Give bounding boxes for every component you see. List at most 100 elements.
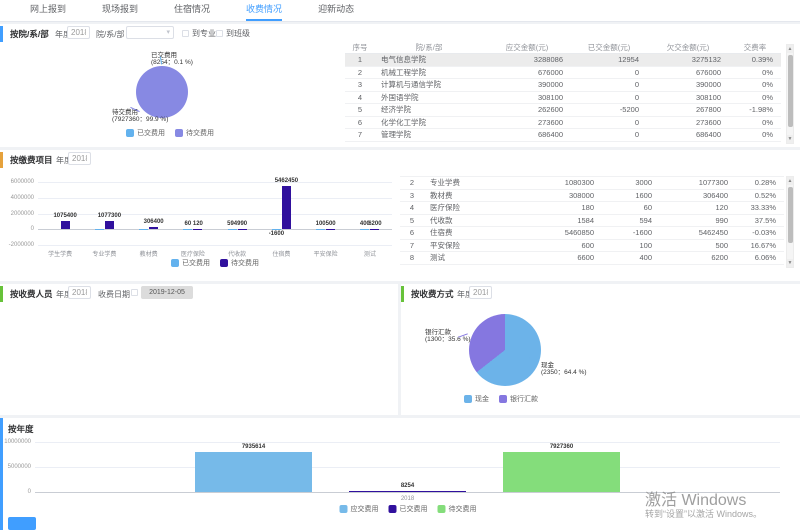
table-row[interactable]: 2机械工程学院67600006760000%	[345, 67, 781, 80]
table-cell: 6.06%	[736, 253, 784, 262]
dept-table-scrollbar[interactable]: ▲▼	[786, 44, 794, 144]
legend-item-已交费用[interactable]: 已交费用	[389, 504, 428, 514]
x-tick-label: 2018	[383, 496, 433, 502]
legend-item-已交费用[interactable]: 已交费用	[171, 258, 210, 268]
bar-已交费用-平安保险[interactable]	[316, 229, 325, 230]
table-cell: 990	[660, 216, 736, 225]
x-tick-label: 平安保险	[301, 249, 351, 258]
table-row[interactable]: 4医疗保险1806012033.33%	[400, 202, 784, 215]
item-table-scrollbar[interactable]: ▲▼	[786, 176, 794, 268]
table-row[interactable]: 7管理学院68640006864000%	[345, 129, 781, 142]
checkbox-to-major[interactable]: 到专业	[182, 28, 216, 39]
legend-label: 待交费用	[449, 504, 477, 514]
table-cell: 外国语学院	[375, 92, 483, 103]
gridline	[35, 442, 780, 443]
table-row[interactable]: 3教材费30800016003064000.52%	[400, 190, 784, 203]
table-cell: 医疗保险	[424, 202, 516, 213]
legend-item-待交费用[interactable]: 待交费用	[220, 258, 259, 268]
panel-by-dept: 按院/系/部 年度 院/系/部 ▾ 到专业 到班级 序号院/系/部应交金额(元)…	[0, 24, 800, 147]
table-cell: 应交金额(元)	[483, 42, 571, 53]
bar-待交费用-专业学费[interactable]	[105, 221, 114, 229]
table-cell: 0.39%	[729, 55, 781, 64]
table-row[interactable]: 1电气信息学院32880861295432751320.39%	[345, 54, 781, 67]
dept-select[interactable]: ▾	[126, 26, 174, 39]
table-cell: 3288086	[483, 55, 571, 64]
tab-迎新动态[interactable]: 迎新动态	[318, 0, 354, 21]
legend-item-应交费用[interactable]: 应交费用	[340, 504, 379, 514]
x-tick-label: 测试	[345, 249, 395, 258]
bar-待交费用-2018[interactable]	[503, 452, 620, 492]
table-cell: 676000	[647, 68, 729, 77]
bar-待交费用-平安保险[interactable]	[326, 229, 335, 230]
year-input[interactable]	[67, 26, 90, 39]
legend-swatch	[220, 259, 228, 267]
table-row[interactable]: 4外国语学院30810003081000%	[345, 92, 781, 105]
bar-待交费用-测试[interactable]	[370, 229, 379, 230]
bar-已交费用-代收款[interactable]	[228, 229, 237, 230]
legend-item-现金[interactable]: 现金	[464, 394, 489, 404]
table-cell: 37.5%	[736, 216, 784, 225]
tab-现场报到[interactable]: 现场报到	[102, 0, 138, 21]
checkbox-box	[216, 30, 223, 37]
bar-待交费用-医疗保险[interactable]	[193, 229, 202, 230]
scrollbar-thumb[interactable]	[788, 55, 793, 127]
y-tick-label: 5000000	[0, 464, 31, 470]
bar-已交费用-测试[interactable]	[360, 229, 369, 230]
legend-swatch	[464, 395, 472, 403]
scroll-up-icon[interactable]: ▲	[787, 45, 793, 53]
scroll-up-icon[interactable]: ▲	[787, 177, 793, 185]
legend-swatch	[126, 129, 134, 137]
table-row[interactable]: 2专业学费1080300300010773000.28%	[400, 177, 784, 190]
tab-网上报到[interactable]: 网上报到	[30, 0, 66, 21]
bar-待交费用-代收款[interactable]	[238, 229, 247, 230]
legend-label: 已交费用	[400, 504, 428, 514]
table-row[interactable]: 6化学化工学院27360002736000%	[345, 117, 781, 130]
year-input[interactable]	[68, 286, 91, 299]
legend-item-已交费用[interactable]: 已交费用	[126, 128, 165, 138]
bar-待交费用-住宿费[interactable]	[282, 186, 291, 229]
table-row[interactable]: 5经济学院262600-5200267800-1.98%	[345, 104, 781, 117]
table-cell: 2	[400, 178, 424, 187]
table-row[interactable]: 5代收款158459499037.5%	[400, 215, 784, 228]
date-input[interactable]: 2019-12-05	[141, 286, 193, 299]
table-row[interactable]: 7平安保险60010050016.67%	[400, 240, 784, 253]
table-cell: 序号	[345, 42, 375, 53]
item-table: 2专业学费1080300300010773000.28%3教材费30800016…	[400, 176, 784, 265]
year-input[interactable]	[469, 286, 492, 299]
date-checkbox[interactable]	[131, 289, 138, 296]
checkbox-to-class[interactable]: 到班级	[216, 28, 250, 39]
scroll-down-icon[interactable]: ▼	[787, 259, 793, 267]
bar-已交费用-专业学费[interactable]	[95, 229, 104, 230]
legend-item-待交费用[interactable]: 待交费用	[175, 128, 214, 138]
table-cell: 267800	[647, 105, 729, 114]
tab-住宿情况[interactable]: 住宿情况	[174, 0, 210, 21]
legend-item-银行汇款[interactable]: 银行汇款	[499, 394, 538, 404]
table-cell: 390000	[483, 80, 571, 89]
bar-已交费用-医疗保险[interactable]	[183, 229, 192, 230]
bar-待交费用-学生学费[interactable]	[61, 221, 70, 229]
scroll-down-icon[interactable]: ▼	[787, 135, 793, 143]
panel-by-staff: 按收费人员 年度 收费日期 2019-12-05	[0, 284, 398, 415]
pie_method-pie[interactable]	[469, 314, 541, 386]
bar-已交费用-2018[interactable]	[349, 491, 466, 492]
table-cell: 16.67%	[736, 241, 784, 250]
bottom-left-button[interactable]	[8, 517, 36, 530]
table-row[interactable]: 3计算机与通信学院39000003900000%	[345, 79, 781, 92]
table-cell: 7	[400, 241, 424, 250]
panel-by-payment-item: 按缴费项目 年度 2专业学费1080300300010773000.28%3教材…	[0, 150, 800, 281]
legend-item-待交费用[interactable]: 待交费用	[438, 504, 477, 514]
table-cell: 0%	[729, 80, 781, 89]
bar-应交费用-2018[interactable]	[195, 452, 312, 492]
table-row[interactable]: 6住宿费5460850-16005462450-0.03%	[400, 227, 784, 240]
scrollbar-thumb[interactable]	[788, 187, 793, 243]
tab-收费情况[interactable]: 收费情况	[246, 0, 282, 21]
bar-已交费用-教材费[interactable]	[139, 229, 148, 230]
legend-swatch	[389, 505, 397, 513]
bar-已交费用-住宿费[interactable]	[272, 229, 281, 230]
bar-待交费用-教材费[interactable]	[149, 227, 158, 229]
table-row[interactable]: 8测试660040062006.06%	[400, 252, 784, 265]
tab-bar: 网上报到 现场报到 住宿情况 收费情况 迎新动态	[0, 0, 800, 22]
year-input[interactable]	[68, 152, 91, 165]
table-cell: 管理学院	[375, 129, 483, 140]
y-tick-label: 4000000	[0, 195, 34, 201]
